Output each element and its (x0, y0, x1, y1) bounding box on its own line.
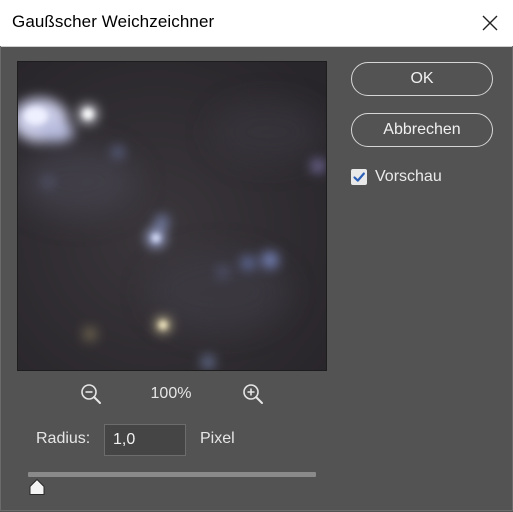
preview-image (18, 62, 326, 370)
cancel-button[interactable]: Abbrechen (351, 113, 493, 147)
radius-unit-label: Pixel (200, 430, 235, 447)
zoom-out-button[interactable] (79, 382, 103, 406)
close-icon (482, 15, 498, 31)
title-bar: Gaußscher Weichzeichner (0, 0, 513, 47)
radius-slider-thumb[interactable] (28, 478, 46, 496)
checkmark-icon (353, 172, 365, 182)
close-button[interactable] (473, 6, 507, 40)
zoom-in-icon (243, 384, 263, 404)
preview-checkbox[interactable] (351, 169, 367, 185)
preview-toggle[interactable]: Vorschau (351, 166, 442, 188)
slider-thumb-icon (29, 478, 45, 495)
zoom-controls: 100% (0, 382, 343, 406)
zoom-out-icon (81, 384, 101, 404)
ok-button[interactable]: OK (351, 62, 493, 96)
preview-checkbox-label: Vorschau (375, 168, 442, 185)
filter-preview[interactable] (17, 61, 327, 371)
radius-slider-track[interactable] (28, 472, 316, 477)
zoom-level: 100% (150, 385, 192, 402)
radius-label: Radius: (36, 430, 91, 447)
radius-input[interactable] (104, 424, 186, 456)
window-title: Gaußscher Weichzeichner (12, 12, 215, 31)
zoom-in-button[interactable] (241, 382, 265, 406)
